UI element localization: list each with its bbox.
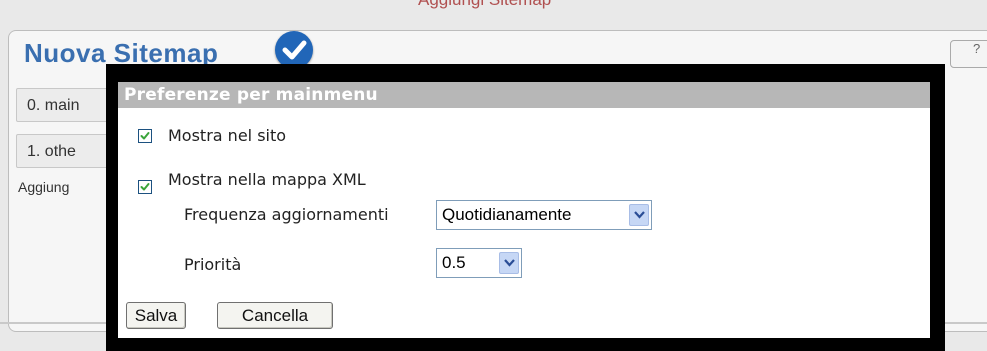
chevron-down-icon[interactable] [499,252,519,274]
panel-corner-button[interactable]: ? [950,40,987,68]
priority-select[interactable]: 0.5 [436,248,522,278]
add-sitemap-link[interactable]: Aggiungi Sitemap [418,0,551,10]
frequency-select[interactable]: Quotidianamente [436,200,652,230]
checkmark-icon [140,131,150,139]
dialog-title: Preferenze per mainmenu [118,82,930,108]
checkmark-icon [140,183,150,191]
show-in-xml-row: Mostra nella mappa XML [138,169,366,194]
priority-label: Priorità [184,255,242,274]
chevron-down-icon[interactable] [629,204,649,226]
frequency-value: Quotidianamente [442,205,572,224]
frequency-label: Frequenza aggiornamenti [184,205,389,224]
cancel-button[interactable]: Cancella [217,302,333,329]
priority-value: 0.5 [442,253,466,272]
show-in-xml-label: Mostra nella mappa XML [168,169,366,189]
preferences-dialog: Preferenze per mainmenu Mostra nel sito … [118,82,930,338]
show-on-site-checkbox[interactable] [138,128,152,143]
show-on-site-label: Mostra nel sito [168,126,287,145]
save-button[interactable]: Salva [126,302,186,329]
show-in-xml-checkbox[interactable] [138,180,152,194]
add-link[interactable]: Aggiung [18,179,69,195]
show-on-site-row: Mostra nel sito [138,126,286,145]
